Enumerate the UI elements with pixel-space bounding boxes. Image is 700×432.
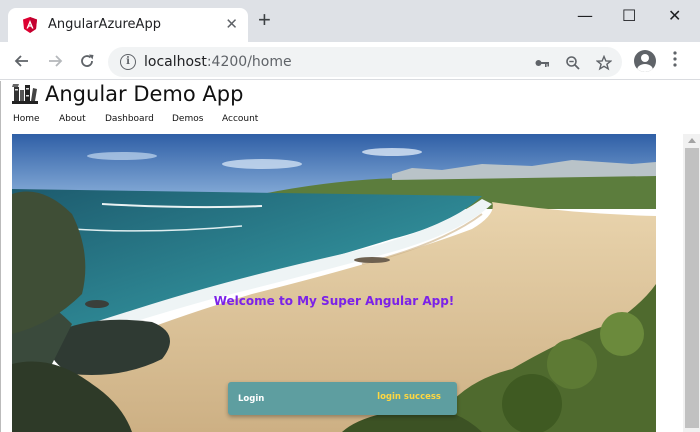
angular-icon bbox=[23, 17, 37, 33]
books-logo-icon bbox=[12, 84, 38, 104]
snackbar: Login login success bbox=[228, 382, 457, 415]
page-viewport: Angular Demo App Home About Dashboard De… bbox=[0, 81, 700, 432]
nav-home[interactable]: Home bbox=[13, 114, 40, 124]
nav-account[interactable]: Account bbox=[222, 114, 258, 124]
minimize-icon[interactable]: — bbox=[577, 6, 593, 25]
address-bar[interactable]: i localhost:4200/home bbox=[108, 47, 622, 77]
nav-about[interactable]: About bbox=[59, 114, 86, 124]
vertical-scrollbar[interactable] bbox=[683, 134, 700, 432]
profile-icon[interactable] bbox=[634, 50, 656, 72]
tab-strip: AngularAzureApp ✕ + — ☐ ✕ bbox=[0, 0, 700, 42]
new-tab-icon[interactable]: + bbox=[258, 9, 271, 31]
snackbar-action-button[interactable]: login success bbox=[377, 392, 441, 402]
reload-icon[interactable] bbox=[75, 49, 99, 73]
back-arrow-icon[interactable] bbox=[10, 49, 34, 73]
snackbar-message: Login bbox=[238, 394, 265, 404]
more-vert-icon[interactable] bbox=[672, 50, 678, 73]
forward-arrow-icon[interactable] bbox=[43, 49, 67, 73]
tab-close-icon[interactable]: ✕ bbox=[225, 15, 238, 33]
nav-demos[interactable]: Demos bbox=[172, 114, 203, 124]
zoom-out-icon[interactable] bbox=[565, 53, 581, 75]
nav-dashboard[interactable]: Dashboard bbox=[105, 114, 154, 124]
scroll-up-arrow-icon[interactable] bbox=[688, 138, 696, 143]
browser-tab[interactable]: AngularAzureApp ✕ bbox=[8, 8, 248, 42]
info-icon[interactable]: i bbox=[120, 54, 136, 70]
url-text[interactable]: localhost:4200/home bbox=[144, 54, 292, 70]
hero-banner: Welcome to My Super Angular App! Login l… bbox=[12, 134, 656, 432]
scroll-thumb[interactable] bbox=[685, 148, 699, 428]
tab-title: AngularAzureApp bbox=[48, 17, 161, 32]
maximize-icon[interactable]: ☐ bbox=[622, 6, 636, 25]
browser-toolbar: i localhost:4200/home bbox=[0, 42, 700, 80]
close-window-icon[interactable]: ✕ bbox=[668, 6, 681, 25]
welcome-message: Welcome to My Super Angular App! bbox=[213, 294, 455, 308]
app-title: Angular Demo App bbox=[45, 82, 244, 106]
key-icon[interactable] bbox=[534, 53, 550, 75]
star-icon[interactable] bbox=[595, 53, 613, 75]
